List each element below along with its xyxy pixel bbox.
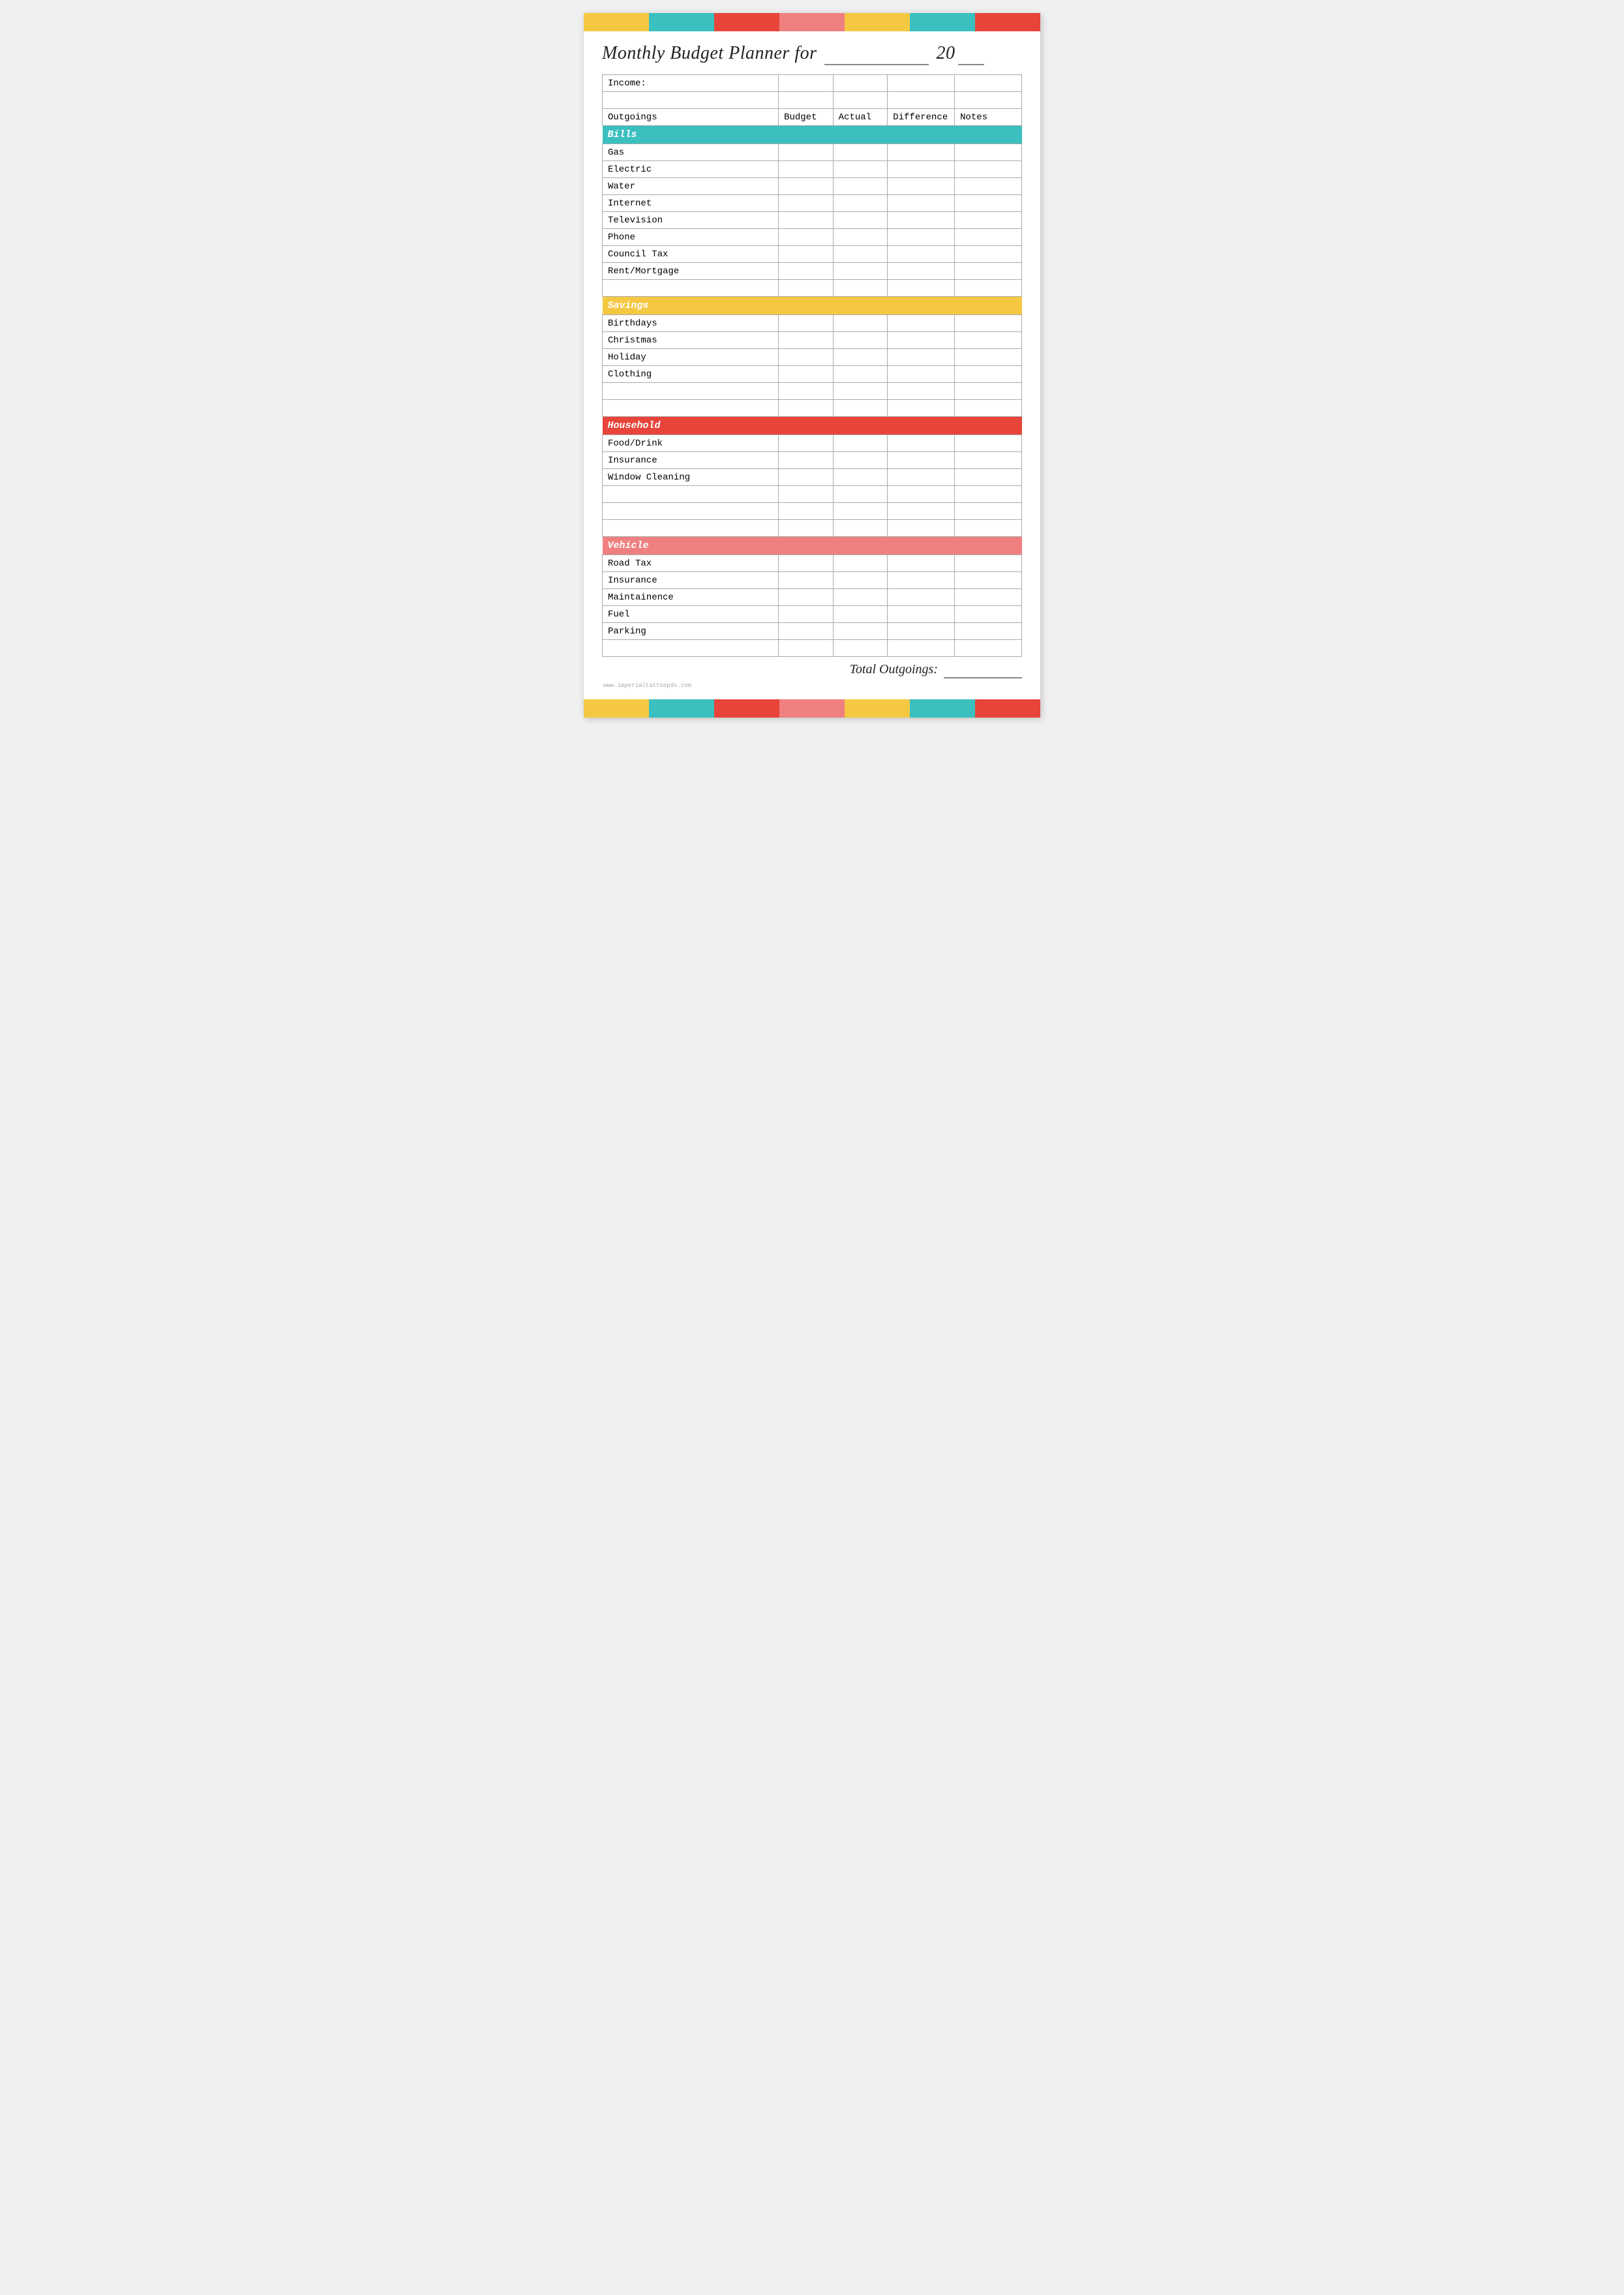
bar-bottom-red-2 xyxy=(975,699,1040,718)
bar-bottom-yellow-2 xyxy=(845,699,910,718)
row-clothing: Clothing xyxy=(603,366,1022,383)
bar-yellow-1 xyxy=(584,13,649,31)
color-bar-top xyxy=(584,13,1040,31)
row-internet: Internet xyxy=(603,195,1022,212)
title-text: Monthly Budget Planner for xyxy=(602,43,817,63)
household-label: Household xyxy=(603,417,1022,435)
savings-empty-1 xyxy=(603,383,1022,400)
row-road-tax: Road Tax xyxy=(603,555,1022,572)
row-electric: Electric xyxy=(603,161,1022,178)
row-gas: Gas xyxy=(603,144,1022,161)
col-header-diff: Difference xyxy=(888,109,955,126)
row-fuel: Fuel xyxy=(603,606,1022,623)
vehicle-label: Vehicle xyxy=(603,537,1022,555)
bar-pink-1 xyxy=(779,13,845,31)
title-year-line xyxy=(958,43,984,65)
bar-bottom-teal-1 xyxy=(649,699,714,718)
income-notes xyxy=(955,75,1022,92)
row-rent-mortgage: Rent/Mortgage xyxy=(603,263,1022,280)
household-empty-2 xyxy=(603,503,1022,520)
income-budget xyxy=(779,75,834,92)
bar-teal-1 xyxy=(649,13,714,31)
bar-teal-2 xyxy=(910,13,975,31)
bar-bottom-pink-1 xyxy=(779,699,845,718)
title-year: 20 xyxy=(937,43,955,63)
section-header-vehicle: Vehicle xyxy=(603,537,1022,555)
income-row: Income: xyxy=(603,75,1022,92)
table-header-row: Outgoings Budget Actual Difference Notes xyxy=(603,109,1022,126)
row-window-cleaning: Window Cleaning xyxy=(603,469,1022,486)
income-diff xyxy=(888,75,955,92)
income-actual xyxy=(833,75,888,92)
budget-table: Income: Outgoings Budget Actual Differen… xyxy=(602,74,1022,657)
row-phone: Phone xyxy=(603,229,1022,246)
main-content: Monthly Budget Planner for 20 Income: xyxy=(584,31,1040,699)
title-month-line xyxy=(824,43,929,65)
row-holiday: Holiday xyxy=(603,349,1022,366)
row-insurance-vehicle: Insurance xyxy=(603,572,1022,589)
budget-planner-page: Monthly Budget Planner for 20 Income: xyxy=(584,13,1040,718)
income-label: Income: xyxy=(603,75,779,92)
bar-red-2 xyxy=(975,13,1040,31)
vehicle-empty-1 xyxy=(603,640,1022,657)
row-christmas: Christmas xyxy=(603,332,1022,349)
household-empty-3 xyxy=(603,520,1022,537)
savings-empty-2 xyxy=(603,400,1022,417)
spacer-row-1 xyxy=(603,92,1022,109)
row-birthdays: Birthdays xyxy=(603,315,1022,332)
row-parking: Parking xyxy=(603,623,1022,640)
bar-bottom-teal-2 xyxy=(910,699,975,718)
col-header-actual: Actual xyxy=(833,109,888,126)
page-title: Monthly Budget Planner for 20 xyxy=(602,43,1022,64)
bar-bottom-red-1 xyxy=(714,699,779,718)
household-empty-1 xyxy=(603,486,1022,503)
section-header-household: Household xyxy=(603,417,1022,435)
bills-label: Bills xyxy=(603,126,1022,144)
bar-yellow-2 xyxy=(845,13,910,31)
total-label: Total Outgoings: xyxy=(850,662,938,676)
col-header-notes: Notes xyxy=(955,109,1022,126)
row-maintainence: Maintainence xyxy=(603,589,1022,606)
total-outgoings-line: Total Outgoings: xyxy=(602,657,1022,680)
section-header-bills: Bills xyxy=(603,126,1022,144)
bills-empty-1 xyxy=(603,280,1022,297)
row-water: Water xyxy=(603,178,1022,195)
section-header-savings: Savings xyxy=(603,297,1022,315)
row-food-drink: Food/Drink xyxy=(603,435,1022,452)
total-value-line xyxy=(944,662,1022,678)
savings-label: Savings xyxy=(603,297,1022,315)
row-television: Television xyxy=(603,212,1022,229)
color-bar-bottom xyxy=(584,699,1040,718)
bar-red-1 xyxy=(714,13,779,31)
bar-bottom-yellow-1 xyxy=(584,699,649,718)
col-header-budget: Budget xyxy=(779,109,834,126)
row-insurance-household: Insurance xyxy=(603,452,1022,469)
row-council-tax: Council Tax xyxy=(603,246,1022,263)
watermark: www.imperialtattoopds.com xyxy=(602,680,1022,693)
col-header-outgoings: Outgoings xyxy=(603,109,779,126)
